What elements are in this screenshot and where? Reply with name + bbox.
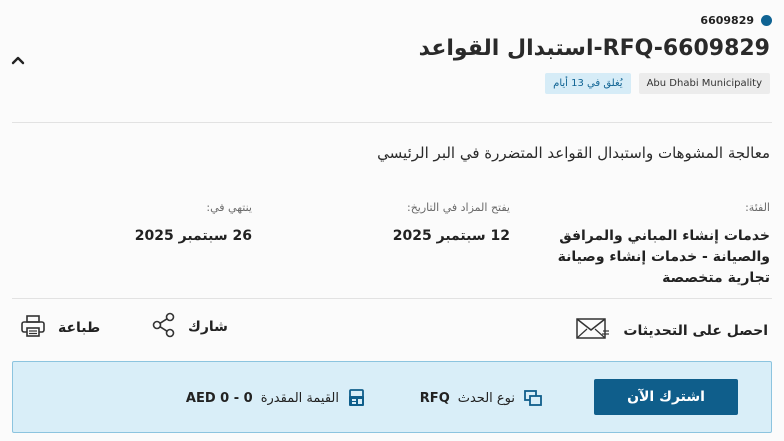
closing-badge: يُغلق في 13 أيام xyxy=(545,73,631,94)
divider xyxy=(12,298,772,299)
category-block: الفئة: خدمات إنشاء المباني والمرافق والص… xyxy=(550,201,770,289)
estimated-value-icon xyxy=(347,388,367,408)
share-icon xyxy=(152,312,176,342)
category-label: الفئة: xyxy=(745,201,770,214)
share-button[interactable]: شارك xyxy=(152,312,228,342)
subscribe-button[interactable]: اشترك الآن xyxy=(594,379,738,415)
event-type-value: RFQ xyxy=(419,390,450,406)
estimated-value-label: القيمة المقدرة xyxy=(260,390,339,406)
page-title: RFQ-6609829-استبدال القواعد xyxy=(418,36,770,61)
opening-date-block: يفتح المزاد في التاريخ: 12 سبتمبر 2025 xyxy=(350,201,510,247)
reference-number: 6609829 xyxy=(700,14,754,27)
get-updates-label: احصل على التحديثات xyxy=(623,323,768,339)
estimated-value: القيمة المقدرة AED 0 - 0 xyxy=(186,388,367,408)
category-value: خدمات إنشاء المباني والمرافق والصيانة - … xyxy=(557,228,770,286)
reference-row: 6609829 xyxy=(700,14,772,27)
divider xyxy=(12,122,772,123)
actions-row: احصل على التحديثات شارك طباعة xyxy=(12,312,772,348)
share-label: شارك xyxy=(188,319,228,335)
opening-date-label: يفتح المزاد في التاريخ: xyxy=(406,201,510,214)
organization-badge: Abu Dhabi Municipality xyxy=(638,73,770,94)
print-label: طباعة xyxy=(58,320,101,336)
badges: Abu Dhabi Municipality يُغلق في 13 أيام xyxy=(545,73,770,94)
event-type: نوع الحدث RFQ xyxy=(420,388,543,408)
estimated-value-amount: AED 0 - 0 xyxy=(185,390,253,406)
printer-icon xyxy=(20,314,46,342)
envelope-icon xyxy=(575,316,611,346)
tender-description: معالجة المشوهات واستبدال القواعد المتضرر… xyxy=(377,144,770,162)
subscribe-bar: اشترك الآن نوع الحدث RFQ القيمة المقدرة … xyxy=(12,361,772,433)
event-type-icon xyxy=(523,388,543,408)
get-updates-button[interactable]: احصل على التحديثات xyxy=(575,316,768,346)
end-date-block: ينتهي في: 26 سبتمبر 2025 xyxy=(92,201,252,247)
end-date-label: ينتهي في: xyxy=(206,201,252,214)
print-button[interactable]: طباعة xyxy=(20,314,100,342)
opening-date-value: 12 سبتمبر 2025 xyxy=(392,228,510,244)
event-type-label: نوع الحدث xyxy=(457,390,515,406)
status-dot xyxy=(761,15,772,26)
end-date-value: 26 سبتمبر 2025 xyxy=(134,228,252,244)
chevron-up-icon[interactable] xyxy=(10,52,26,68)
